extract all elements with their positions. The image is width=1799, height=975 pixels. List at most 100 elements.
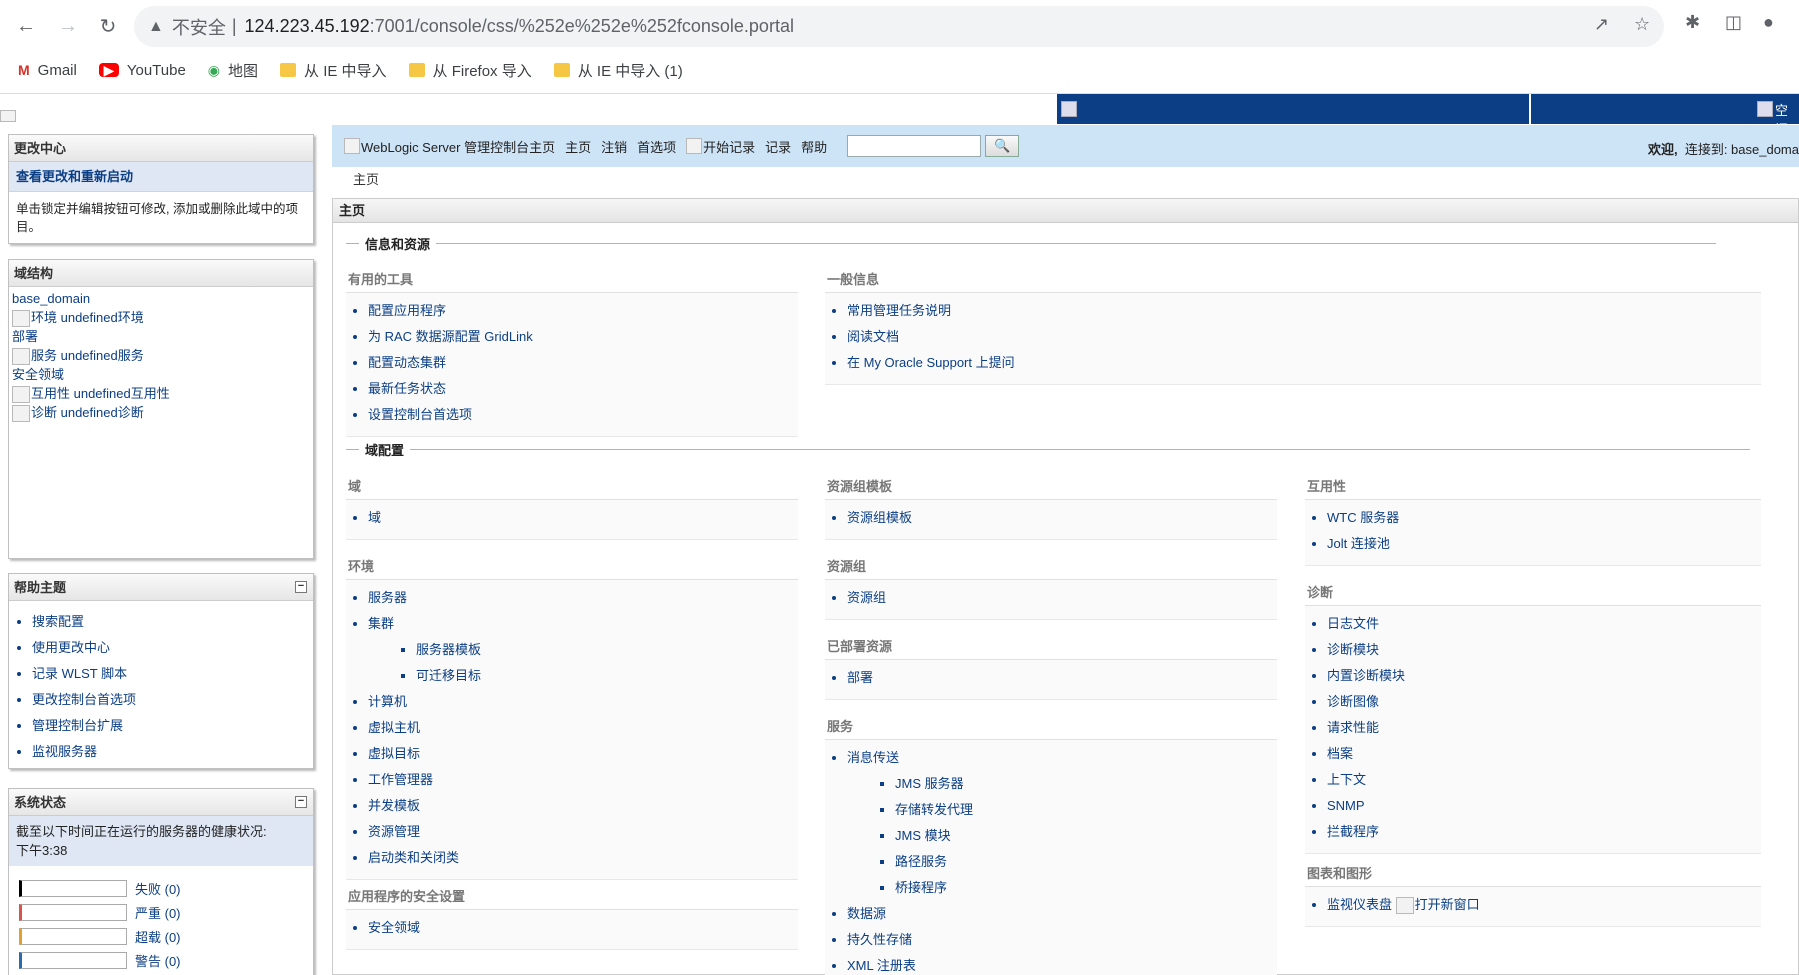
open-new-window-link[interactable]: 打开新窗口	[1395, 897, 1480, 915]
search-input[interactable]	[847, 135, 982, 157]
health-row-failed[interactable]: 失败 (0)	[19, 876, 313, 900]
profile-avatar-icon[interactable]: ●	[1763, 12, 1774, 33]
link-built-in-diagnostic-modules[interactable]: 内置诊断模块	[1327, 663, 1761, 689]
bookmark-maps[interactable]: ◉ 地图	[208, 60, 258, 81]
group-title: 域	[346, 476, 798, 500]
link-log-files[interactable]: 日志文件	[1327, 611, 1761, 637]
health-list: 失败 (0) 严重 (0) 超载 (0) 警告 (0)	[9, 866, 313, 972]
link-work-managers[interactable]: 工作管理器	[368, 767, 798, 793]
bookmark-folder-ie[interactable]: 从 IE 中导入	[280, 60, 387, 81]
bookmark-star-icon[interactable]: ☆	[1634, 14, 1650, 35]
link-security-realms[interactable]: 安全领域	[368, 915, 798, 941]
link-bridges[interactable]: 桥接程序	[895, 875, 1277, 901]
link-interceptors[interactable]: 拦截程序	[1327, 819, 1761, 845]
bookmark-folder-firefox[interactable]: 从 Firefox 导入	[408, 60, 532, 81]
link-recent-task-status[interactable]: 最新任务状态	[368, 376, 798, 402]
link-monitoring-dashboard[interactable]: 监视仪表盘	[1327, 897, 1392, 912]
group-general-info: 一般信息 常用管理任务说明 阅读文档 在 My Oracle Support 上…	[825, 269, 1761, 385]
view-changes-link[interactable]: 查看更改和重新启动	[9, 162, 313, 192]
link-wtc-servers[interactable]: WTC 服务器	[1327, 505, 1761, 531]
link-configure-applications[interactable]: 配置应用程序	[368, 298, 798, 324]
bookmark-gmail[interactable]: M Gmail	[18, 62, 77, 79]
forward-arrow-icon[interactable]: →	[52, 10, 84, 42]
link-snmp[interactable]: SNMP	[1327, 793, 1761, 819]
link-deployments[interactable]: 部署	[847, 665, 1277, 691]
extensions-puzzle-icon[interactable]: ✱	[1685, 12, 1700, 33]
link-server-templates[interactable]: 服务器模板	[416, 637, 798, 663]
link-data-sources[interactable]: 数据源	[847, 901, 1277, 927]
tree-item-security-realms[interactable]: 安全领域	[12, 365, 310, 384]
nav-home-link[interactable]: 主页	[565, 137, 591, 156]
bookmark-folder-ie-1[interactable]: 从 IE 中导入 (1)	[553, 60, 683, 81]
bookmark-label: 从 Firefox 导入	[432, 62, 532, 80]
help-link-change-center[interactable]: 使用更改中心	[32, 635, 313, 661]
tree-item-deployments[interactable]: 部署	[12, 327, 310, 346]
link-jolt-pools[interactable]: Jolt 连接池	[1327, 531, 1761, 557]
breadcrumb[interactable]: 主页	[353, 169, 379, 188]
new-window-alt: 打开新窗口	[1414, 897, 1480, 912]
panel-title: 域结构	[9, 260, 313, 287]
help-link-console-preferences[interactable]: 更改控制台首选项	[32, 687, 313, 713]
nav-logout-link[interactable]: 注销	[601, 137, 627, 156]
link-diagnostic-images[interactable]: 诊断图像	[1327, 689, 1761, 715]
link-virtual-hosts[interactable]: 虚拟主机	[368, 715, 798, 741]
health-row-overloaded[interactable]: 超载 (0)	[19, 924, 313, 948]
help-link-monitor-servers[interactable]: 监视服务器	[32, 739, 313, 765]
help-link-search-config[interactable]: 搜索配置	[32, 609, 313, 635]
link-oracle-support[interactable]: 在 My Oracle Support 上提问	[847, 350, 1761, 376]
help-link-console-extensions[interactable]: 管理控制台扩展	[32, 713, 313, 739]
start-recording-link[interactable]: 开始记录	[686, 137, 755, 156]
link-admin-tasks[interactable]: 常用管理任务说明	[847, 298, 1761, 324]
link-xml-registries[interactable]: XML 注册表	[847, 953, 1277, 975]
link-diagnostic-modules[interactable]: 诊断模块	[1327, 637, 1761, 663]
collapse-icon[interactable]: −	[295, 796, 307, 808]
link-request-performance[interactable]: 请求性能	[1327, 715, 1761, 741]
nav-preferences-link[interactable]: 首选项	[637, 137, 676, 156]
tree-item-environment[interactable]: 环境 undefined环境	[12, 308, 310, 328]
link-resource-groups[interactable]: 资源组	[847, 585, 1277, 611]
section-info-resources: 信息和资源	[346, 234, 1717, 253]
link-virtual-targets[interactable]: 虚拟目标	[368, 741, 798, 767]
link-machines[interactable]: 计算机	[368, 689, 798, 715]
link-saf-agents[interactable]: 存储转发代理	[895, 797, 1277, 823]
link-documentation[interactable]: 阅读文档	[847, 324, 1761, 350]
link-concurrent-templates[interactable]: 并发模板	[368, 793, 798, 819]
link-path-services[interactable]: 路径服务	[895, 849, 1277, 875]
reload-icon[interactable]: ↻	[92, 10, 124, 42]
link-resource-group-templates[interactable]: 资源组模板	[847, 505, 1277, 531]
address-bar[interactable]: ▲ 不安全 | 124.223.45.192:7001/console/css/…	[134, 6, 1664, 47]
link-resource-management[interactable]: 资源管理	[368, 819, 798, 845]
link-jms-servers[interactable]: JMS 服务器	[895, 771, 1277, 797]
tree-item-interoperability[interactable]: 互用性 undefined互用性	[12, 384, 310, 404]
nav-record-link[interactable]: 记录	[765, 137, 791, 156]
health-row-critical[interactable]: 严重 (0)	[19, 900, 313, 924]
messaging-sublist: JMS 服务器 存储转发代理 JMS 模块 路径服务 桥接程序	[847, 771, 1277, 901]
link-domain[interactable]: 域	[368, 505, 798, 531]
link-set-console-preferences[interactable]: 设置控制台首选项	[368, 402, 798, 428]
side-panel-icon[interactable]: ◫	[1725, 12, 1742, 33]
link-archives[interactable]: 档案	[1327, 741, 1761, 767]
tree-root-base-domain[interactable]: base_domain	[12, 289, 310, 308]
services-list: 消息传送 JMS 服务器 存储转发代理 JMS 模块 路径服务 桥接程序 数据源…	[825, 740, 1277, 975]
link-jms-modules[interactable]: JMS 模块	[895, 823, 1277, 849]
share-icon[interactable]: ↗	[1594, 14, 1609, 35]
nav-help-link[interactable]: 帮助	[801, 137, 827, 156]
bookmark-youtube[interactable]: ▶ YouTube	[98, 62, 186, 79]
back-arrow-icon[interactable]: ←	[10, 10, 42, 42]
link-context[interactable]: 上下文	[1327, 767, 1761, 793]
link-servers[interactable]: 服务器	[368, 585, 798, 611]
link-persistent-stores[interactable]: 持久性存储	[847, 927, 1277, 953]
collapse-icon[interactable]: −	[295, 581, 307, 593]
link-configure-gridlink[interactable]: 为 RAC 数据源配置 GridLink	[368, 324, 798, 350]
link-clusters[interactable]: 集群	[368, 616, 394, 631]
tree-item-services[interactable]: 服务 undefined服务	[12, 346, 310, 366]
link-startup-shutdown-classes[interactable]: 启动类和关闭类	[368, 845, 798, 871]
link-migratable-targets[interactable]: 可迁移目标	[416, 663, 798, 689]
link-messaging[interactable]: 消息传送	[847, 750, 899, 765]
link-configure-dynamic-cluster[interactable]: 配置动态集群	[368, 350, 798, 376]
console-home-logo-link[interactable]: WebLogic Server 管理控制台主页	[344, 137, 555, 156]
search-button[interactable]: 🔍	[985, 135, 1020, 157]
health-row-warning[interactable]: 警告 (0)	[19, 948, 313, 972]
tree-item-diagnostics[interactable]: 诊断 undefined诊断	[12, 403, 310, 423]
help-link-wlst-script[interactable]: 记录 WLST 脚本	[32, 661, 313, 687]
